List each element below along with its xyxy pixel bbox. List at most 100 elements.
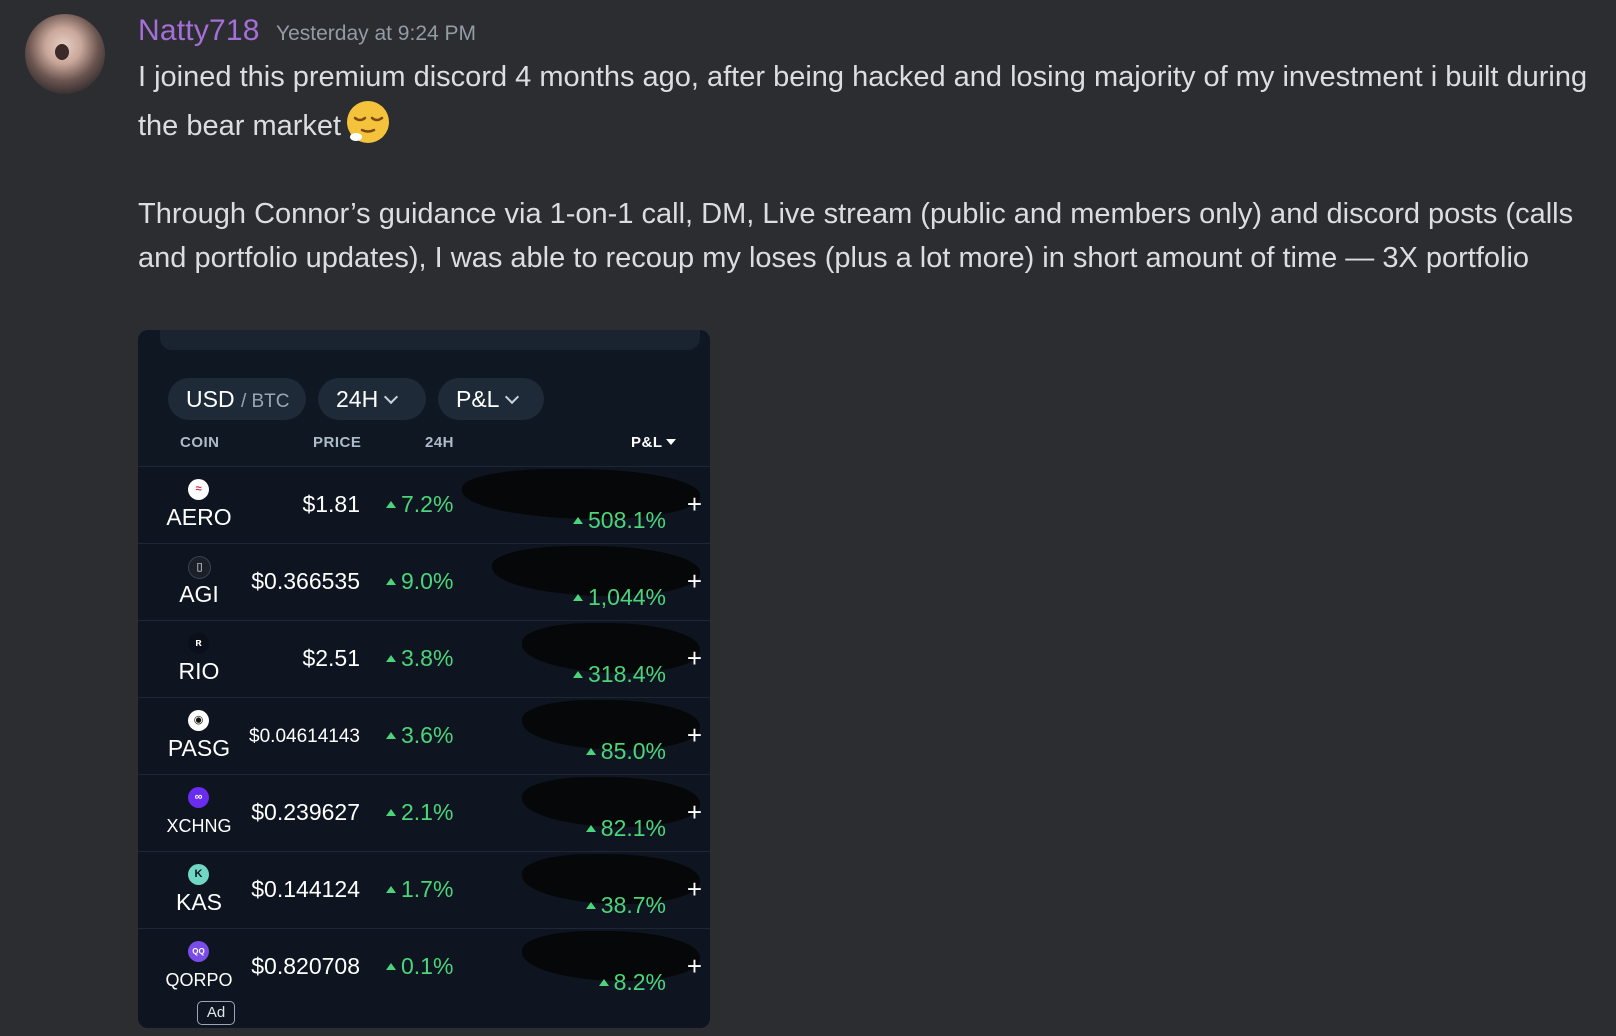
coin-pnl-value: 85.0% [600,738,666,764]
coin-pnl-value: 318.4% [587,661,666,687]
coin-24h-change-value: 1.7% [401,876,454,902]
coin-pnl: 82.1% [585,815,666,842]
coin-price: $0.239627 [251,799,360,825]
username[interactable]: Natty718 [138,14,260,48]
up-triangle-icon [386,655,396,662]
coin-24h-change-value: 3.8% [401,645,454,671]
coin-24h-change: 3.8% [386,645,453,672]
coin-24h-change-value: 9.0% [401,568,454,594]
coin-symbol: KAS [175,889,223,915]
column-header-pnl[interactable]: P&L [631,434,676,451]
column-header-coin[interactable]: COIN [180,434,220,451]
coin-symbol: QORPO [165,970,233,990]
coin-symbol: XCHNG [166,816,232,836]
up-triangle-icon [386,732,396,739]
coin-24h-change: 9.0% [386,568,453,595]
agi-icon: ▯ [188,556,211,579]
avatar[interactable] [25,14,105,94]
chevron-down-icon [384,389,399,405]
currency-primary: USD [186,386,235,412]
up-triangle-icon [585,825,596,832]
message-paragraph-1: I joined this premium discord 4 months a… [138,55,1598,148]
up-triangle-icon [572,517,583,524]
coin-pnl: 38.7% [585,892,666,919]
up-triangle-icon [386,963,396,970]
coin-24h-change: 2.1% [386,799,453,826]
coin-24h-change-value: 2.1% [401,799,454,825]
up-triangle-icon [572,671,583,678]
coin-24h-change: 1.7% [386,876,453,903]
coin-row[interactable]: QQ QORPO $0.820708 0.1% 8.2% + Ad [138,928,710,1028]
coin-pnl-value: 1,044% [587,584,666,610]
coin-row[interactable]: ʀ RIO $2.51 3.8% 318.4% + [138,620,710,698]
coin-pnl-value: 8.2% [613,969,666,995]
add-transaction-button[interactable]: + [687,874,702,905]
add-transaction-button[interactable]: + [687,720,702,751]
column-header-price[interactable]: PRICE [313,434,361,451]
column-header-24h[interactable]: 24H [425,434,454,451]
chevron-down-icon [505,389,520,405]
sort-desc-icon [665,439,676,445]
coin-pnl: 318.4% [572,661,666,688]
coin-price: $1.81 [302,491,360,517]
coin-row[interactable]: ∞ XCHNG $0.239627 2.1% 82.1% + [138,774,710,852]
coin-price: $2.51 [302,645,360,671]
kas-icon: K [188,864,209,885]
currency-secondary: / BTC [240,391,290,412]
message-paragraph-2: Through Connor’s guidance via 1-on-1 cal… [138,198,1574,274]
coin-symbol: PASG [167,735,231,761]
coin-symbol: RIO [178,658,220,684]
coin-symbol: AGI [179,581,219,607]
portfolio-screenshot[interactable]: USD / BTC 24H P&L COIN PRICE 24H P&L ≈ A… [138,330,710,1028]
metric-label: P&L [456,386,500,412]
coin-24h-change-value: 3.6% [401,722,454,748]
aero-icon: ≈ [188,479,209,500]
timeframe-label: 24H [336,386,379,412]
up-triangle-icon [386,809,396,816]
coin-24h-change-value: 0.1% [401,953,454,979]
coin-pnl-value: 38.7% [600,892,666,918]
avatar-detail [55,44,69,60]
coin-row[interactable]: K KAS $0.144124 1.7% 38.7% + [138,851,710,929]
coin-24h-change-value: 7.2% [401,491,454,517]
timeframe-dropdown[interactable]: 24H [318,378,426,420]
up-triangle-icon [598,979,609,986]
add-transaction-button[interactable]: + [687,643,702,674]
coin-pnl-value: 82.1% [600,815,666,841]
coin-pnl: 1,044% [572,584,666,611]
up-triangle-icon [386,886,396,893]
add-transaction-button[interactable]: + [687,566,702,597]
up-triangle-icon [386,501,396,508]
add-transaction-button[interactable]: + [687,797,702,828]
coin-symbol: AERO [166,504,232,530]
coin-price: $0.820708 [251,953,360,979]
ad-badge: Ad [197,1001,235,1025]
coin-pnl: 8.2% [598,969,666,996]
coin-price: $0.144124 [251,876,360,902]
up-triangle-icon [572,594,583,601]
coin-row[interactable]: ≈ AERO $1.81 7.2% 508.1% + [138,466,710,544]
relieved-face-emoji-icon [347,101,390,143]
up-triangle-icon [386,578,396,585]
currency-toggle[interactable]: USD / BTC [168,378,306,420]
message-timestamp: Yesterday at 9:24 PM [276,22,477,45]
coin-24h-change: 7.2% [386,491,453,518]
coin-pnl: 508.1% [572,507,666,534]
rio-icon: ʀ [188,633,209,654]
metric-dropdown[interactable]: P&L [438,378,544,420]
coin-pnl: 85.0% [585,738,666,765]
add-transaction-button[interactable]: + [687,951,702,982]
add-transaction-button[interactable]: + [687,489,702,520]
qorpo-icon: QQ [188,941,209,962]
coin-24h-change: 0.1% [386,953,453,980]
coin-24h-change: 3.6% [386,722,453,749]
pasg-icon: ◉ [188,710,209,731]
coin-row[interactable]: ◉ PASG $0.04614143 3.6% 85.0% + [138,697,710,775]
column-header-pnl-label: P&L [631,434,663,451]
coin-pnl-value: 508.1% [587,507,666,533]
message-content: I joined this premium discord 4 months a… [138,55,1598,280]
up-triangle-icon [585,748,596,755]
coin-row[interactable]: ▯ AGI $0.366535 9.0% 1,044% + [138,543,710,621]
screenshot-top-bar [160,330,700,350]
